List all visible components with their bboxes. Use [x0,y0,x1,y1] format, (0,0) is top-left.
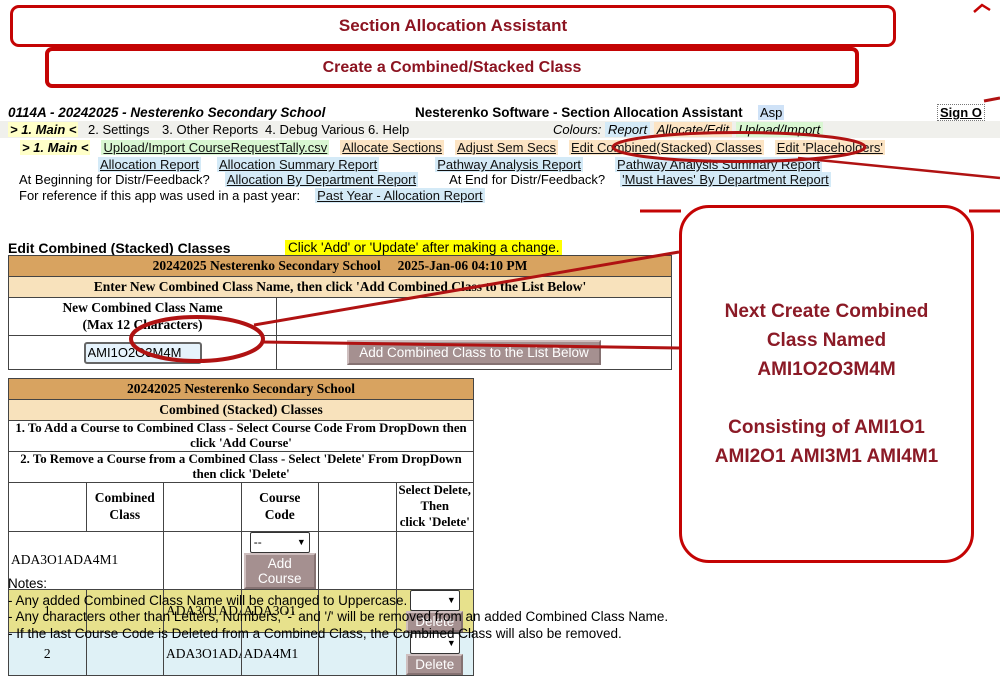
callout-line: AMI1O2O3M4M [757,355,895,384]
menu-row: > 1. Main < 2. Settings 3. Other Reports… [0,122,1000,138]
callout-line: Consisting of AMI1O1 [728,413,925,442]
section-title: Edit Combined (Stacked) Classes [8,240,231,256]
nav-link-past-year-report[interactable]: Past Year - Allocation Report [315,188,485,203]
nav-link-edit-placeholders[interactable]: Edit 'Placeholders' [775,140,885,155]
note-line: - If the last Course Code is Deleted fro… [8,626,668,643]
end-feedback-label: At End for Distr/Feedback? [448,172,606,187]
note-line: - Any added Combined Class Name will be … [8,593,668,610]
sign-out-link[interactable]: Sign O [938,105,984,120]
menu-item-other-reports[interactable]: 3. Other Reports [162,122,258,137]
nav-link-pathway-summary[interactable]: Pathway Analysis Summary Report [615,157,822,172]
page: Section Allocation Assistant Create a Co… [0,0,1000,700]
new-class-name-input[interactable] [84,342,202,364]
annotation-banner-subtitle: Create a Combined/Stacked Class [45,47,859,88]
table2-instruction1-row: 1. To Add a Course to Combined Class - S… [9,421,474,452]
nav-row-past-year: For reference if this app was used in a … [0,188,1000,203]
colours-legend: Colours: Report Allocate/Edit Upload/Imp… [553,122,823,137]
annotation-banner-title: Section Allocation Assistant [10,5,896,47]
colours-key-report: Report [605,122,650,137]
past-year-label: For reference if this app was used in a … [18,188,301,203]
section-hint-highlight: Click 'Add' or 'Update' after making a c… [285,240,562,255]
notes-title: Notes: [8,576,668,593]
nav-row-department: At Beginning for Distr/Feedback? Allocat… [0,172,1000,187]
table1-input-row: Add Combined Class to the List Below [9,336,672,370]
col-course-code: Course Code [241,483,319,532]
nav-link-allocation-report[interactable]: Allocation Report [98,157,201,172]
banner1-text: Section Allocation Assistant [339,16,567,36]
notes-block: Notes: - Any added Combined Class Name w… [8,576,668,642]
table1-timestamp: 2025-Jan-06 04:10 PM [398,258,528,273]
note-line: - Any characters other than Letters, Num… [8,609,668,626]
col-combined-class: Combined Class [86,483,164,532]
beginning-feedback-label: At Beginning for Distr/Feedback? [18,172,211,187]
table2-header-row: Combined Class Course Code Select Delete… [9,483,474,532]
table1-instruction: Enter New Combined Class Name, then clic… [9,277,672,298]
table2-subtitle: Combined (Stacked) Classes [9,400,474,421]
annotation-callout: Next Create Combined Class Named AMI1O2O… [679,205,974,563]
table1-school-row: 20242025 Nesterenko Secondary School 202… [9,256,672,277]
banner2-text: Create a Combined/Stacked Class [323,59,582,77]
nav-link-adjust-sem-secs[interactable]: Adjust Sem Secs [455,140,558,155]
table2-instruction2-row: 2. To Remove a Course from a Combined Cl… [9,452,474,483]
chevron-down-icon: ▼ [297,537,306,547]
table2-instruction2: 2. To Remove a Course from a Combined Cl… [9,452,474,483]
menu-item-help[interactable]: 6. Help [368,122,409,137]
annotation-dash [984,98,1000,101]
nav-link-allocation-summary[interactable]: Allocation Summary Report [217,157,379,172]
create-combined-table: 20242025 Nesterenko Secondary School 202… [8,255,672,370]
school-title: 0114A - 20242025 - Nesterenko Secondary … [8,105,325,120]
nav-link-pathway-report[interactable]: Pathway Analysis Report [435,157,583,172]
table2-school: 20242025 Nesterenko Secondary School [9,379,474,400]
menu-item-settings[interactable]: 2. Settings [88,122,149,137]
colours-label: Colours: [553,122,601,137]
table2-subtitle-row: Combined (Stacked) Classes [9,400,474,421]
callout-line: AMI2O1 AMI3M1 AMI4M1 [715,442,938,471]
header-row: 0114A - 20242025 - Nesterenko Secondary … [0,105,1000,121]
table1-school: 20242025 Nesterenko Secondary School [153,258,381,273]
menu-item-main[interactable]: > 1. Main < [8,122,78,137]
table1-instruction-row: Enter New Combined Class Name, then clic… [9,277,672,298]
nav-link-edit-combined[interactable]: Edit Combined(Stacked) Classes [569,140,764,155]
callout-line: Next Create Combined [725,297,929,326]
menu-item-debug[interactable]: 4. Debug Various [265,122,365,137]
add-combined-class-button[interactable]: Add Combined Class to the List Below [347,340,601,365]
table1-label-row: New Combined Class Name (Max 12 Characte… [9,298,672,336]
new-class-name-label: New Combined Class Name (Max 12 Characte… [9,298,277,336]
app-title: Nesterenko Software - Section Allocation… [415,105,743,120]
nav-row-main: > 1. Main < Upload/Import CourseRequestT… [0,140,1000,155]
nav-link-must-haves[interactable]: 'Must Haves' By Department Report [620,172,831,187]
nav-current-main[interactable]: > 1. Main < [20,140,90,155]
table2-school-row: 20242025 Nesterenko Secondary School [9,379,474,400]
nav-link-allocate-sections[interactable]: Allocate Sections [340,140,444,155]
asp-badge: Asp [758,105,784,120]
course-code-select[interactable]: --▼ [250,532,310,553]
nav-link-alloc-by-dept[interactable]: Allocation By Department Report [225,172,418,187]
colours-key-allocate: Allocate/Edit [654,122,732,137]
annotation-mark [974,5,990,12]
nav-row-reports: Allocation Report Allocation Summary Rep… [0,157,1000,172]
nav-link-upload-import[interactable]: Upload/Import CourseRequestTally.csv [101,140,329,155]
callout-line: Class Named [767,326,886,355]
table2-instruction1: 1. To Add a Course to Combined Class - S… [9,421,474,452]
delete-button[interactable]: Delete [406,654,463,675]
colours-key-upload: Upload/Import [736,122,824,137]
table1-empty-cell [277,298,672,336]
col-select-delete: Select Delete, Then click 'Delete' [396,483,474,532]
